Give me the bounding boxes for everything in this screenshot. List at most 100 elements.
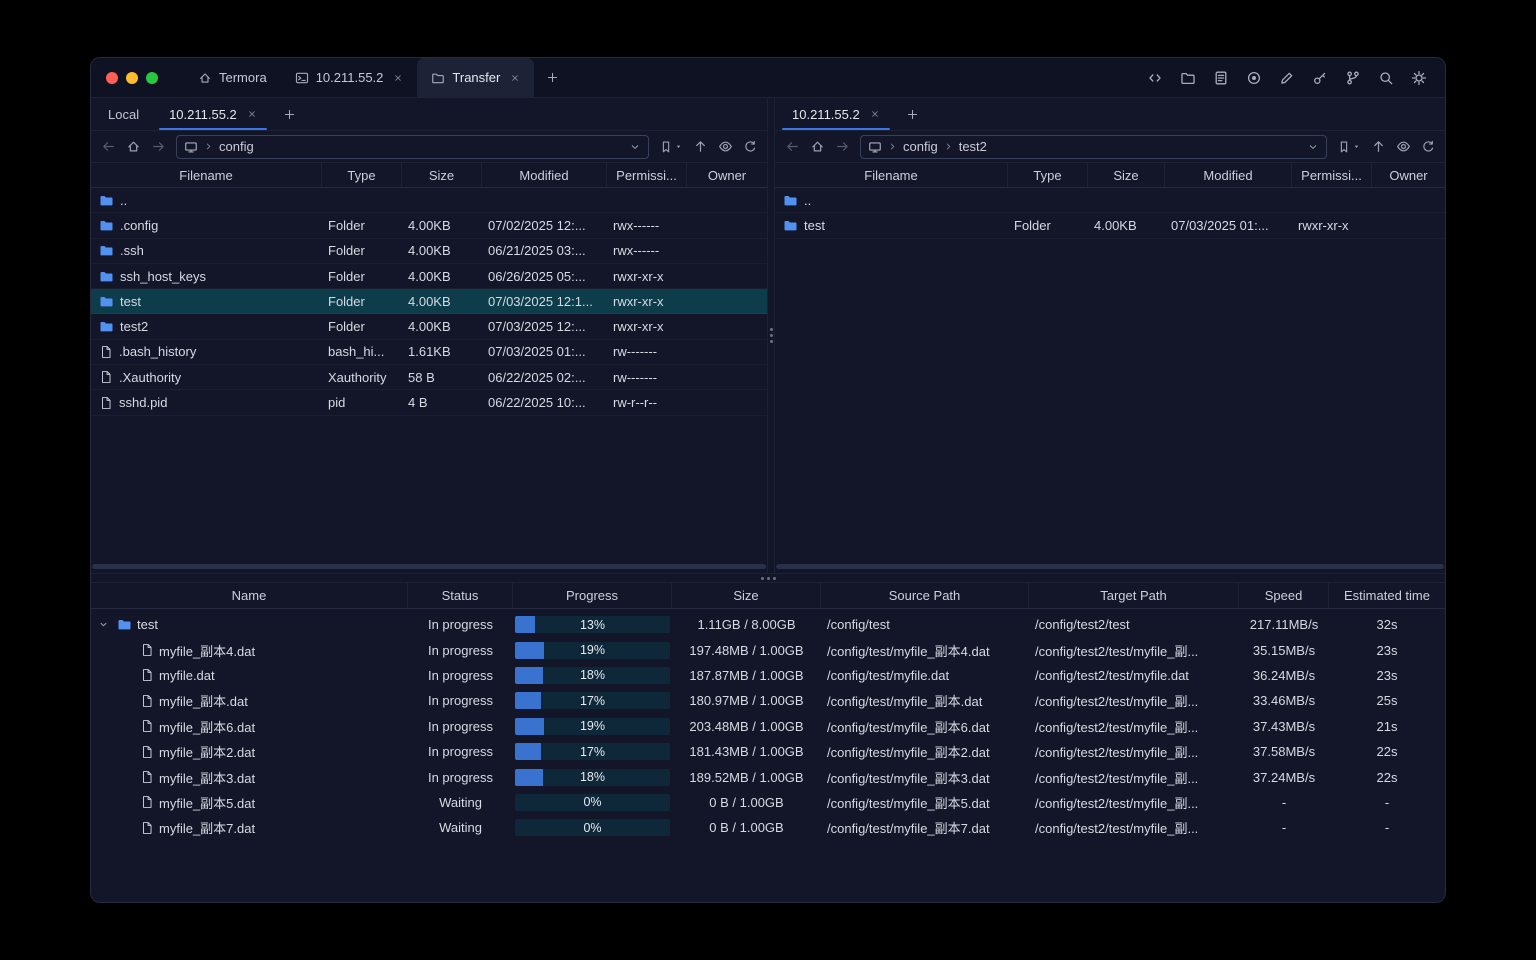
column-header-size[interactable]: Size — [1088, 163, 1165, 187]
column-header-status[interactable]: Status — [408, 583, 513, 608]
column-header-progress[interactable]: Progress — [513, 583, 672, 608]
transfer-row[interactable]: myfile.dat In progress 18% 187.87MB / 1.00G… — [91, 663, 1445, 688]
column-header-name[interactable]: Filename — [91, 163, 322, 187]
edit-icon[interactable] — [1279, 70, 1295, 86]
column-header-name[interactable]: Name — [91, 583, 408, 608]
transfer-row[interactable]: myfile_副本2.dat In progress 17% 181.43MB / 1… — [91, 739, 1445, 764]
close-icon[interactable] — [510, 73, 520, 83]
home-button[interactable] — [810, 139, 825, 154]
window-tab-10-211-55-2[interactable]: 10.211.55.2 — [281, 58, 418, 97]
transfer-row[interactable]: myfile_副本3.dat In progress 18% 189.52MB / 1… — [91, 764, 1445, 789]
settings-icon[interactable] — [1411, 70, 1427, 86]
upload-button[interactable] — [693, 139, 708, 154]
transfer-row[interactable]: myfile_副本7.dat Waiting 0% 0 B / 1.00GB/conf… — [91, 815, 1445, 840]
show-hidden-button[interactable] — [1396, 139, 1411, 154]
log-icon[interactable] — [1213, 70, 1229, 86]
breadcrumb-segment[interactable]: test2 — [959, 139, 987, 154]
column-header-target[interactable]: Target Path — [1029, 583, 1239, 608]
column-header-owner[interactable]: Owner — [687, 163, 767, 187]
transfer-row[interactable]: myfile_副本5.dat Waiting 0% 0 B / 1.00GB/conf… — [91, 790, 1445, 815]
horizontal-splitter[interactable] — [91, 573, 1445, 583]
column-header-speed[interactable]: Speed — [1239, 583, 1329, 608]
type-cell: Folder — [328, 293, 365, 309]
type-cell: Folder — [328, 217, 365, 233]
column-header-modified[interactable]: Modified — [482, 163, 607, 187]
file-icon — [99, 345, 113, 359]
chevron-down-icon[interactable] — [1307, 141, 1319, 153]
window-tab-label: Termora — [219, 70, 267, 85]
column-header-type[interactable]: Type — [1008, 163, 1088, 187]
git-branch-icon[interactable] — [1345, 70, 1361, 86]
column-header-eta[interactable]: Estimated time — [1329, 583, 1445, 608]
horizontal-scrollbar[interactable] — [776, 564, 1444, 569]
column-header-permissions[interactable]: Permissi... — [607, 163, 687, 187]
search-icon[interactable] — [1378, 70, 1394, 86]
file-row[interactable]: .. — [91, 188, 767, 213]
bookmark-button[interactable] — [659, 140, 683, 154]
file-row[interactable]: .. — [775, 188, 1445, 213]
breadcrumb[interactable]: config test2 — [860, 134, 1327, 159]
zoom-window-button[interactable] — [146, 71, 158, 84]
back-button[interactable] — [785, 139, 800, 154]
chevron-down-icon[interactable] — [629, 141, 641, 153]
pane-tab-local[interactable]: Local — [93, 98, 154, 130]
file-icon — [140, 668, 154, 682]
column-header-source[interactable]: Source Path — [821, 583, 1029, 608]
record-icon[interactable] — [1246, 70, 1262, 86]
minimize-window-button[interactable] — [126, 71, 138, 84]
transfer-row[interactable]: myfile_副本6.dat In progress 19% 203.48MB / 1… — [91, 714, 1445, 739]
eta-cell: 22s — [1376, 769, 1398, 785]
add-pane-tab-button[interactable] — [895, 98, 930, 130]
file-row[interactable]: test2 Folder 4.00KB 07/03/2025 12:... rwxr-x… — [91, 314, 767, 339]
key-icon[interactable] — [1312, 70, 1328, 86]
breadcrumb-segment[interactable]: config — [903, 139, 938, 154]
file-row[interactable]: .ssh Folder 4.00KB 06/21/2025 03:... rwx----… — [91, 239, 767, 264]
column-header-type[interactable]: Type — [322, 163, 402, 187]
permissions-cell: rwxr-xr-x — [613, 293, 664, 309]
new-tab-button[interactable] — [534, 58, 571, 97]
file-row[interactable]: .bash_history bash_hi... 1.61KB 07/03/2025 … — [91, 340, 767, 365]
bookmark-button[interactable] — [1337, 140, 1361, 154]
back-button[interactable] — [101, 139, 116, 154]
file-row[interactable]: .config Folder 4.00KB 07/02/2025 12:... rwx-… — [91, 213, 767, 238]
column-header-owner[interactable]: Owner — [1372, 163, 1445, 187]
close-icon[interactable] — [247, 109, 257, 119]
close-icon[interactable] — [393, 73, 403, 83]
add-pane-tab-button[interactable] — [272, 98, 307, 130]
code-icon[interactable] — [1147, 70, 1163, 86]
file-row[interactable]: test Folder 4.00KB 07/03/2025 01:... rwxr-xr… — [775, 213, 1445, 238]
upload-button[interactable] — [1371, 139, 1386, 154]
breadcrumb-segment[interactable]: config — [219, 139, 254, 154]
transfer-row[interactable]: test In progress 13% 1.11GB / 8.00GB/config… — [91, 612, 1445, 637]
column-header-size[interactable]: Size — [402, 163, 482, 187]
vertical-splitter[interactable] — [767, 98, 775, 573]
refresh-button[interactable] — [743, 140, 757, 154]
type-cell: Xauthority — [328, 369, 387, 385]
home-button[interactable] — [126, 139, 141, 154]
pane-tab-10-211-55-2[interactable]: 10.211.55.2 — [777, 98, 895, 130]
column-header-size[interactable]: Size — [672, 583, 821, 608]
file-row[interactable]: test Folder 4.00KB 07/03/2025 12:1... rwxr-x… — [91, 289, 767, 315]
transfer-row[interactable]: myfile_副本4.dat In progress 19% 197.48MB / 1… — [91, 637, 1445, 662]
file-row[interactable]: ssh_host_keys Folder 4.00KB 06/26/2025 05:.… — [91, 264, 767, 289]
expand-toggle-icon[interactable] — [97, 618, 112, 631]
horizontal-scrollbar[interactable] — [92, 564, 766, 569]
size-cell: 4.00KB — [408, 293, 451, 309]
column-header-modified[interactable]: Modified — [1165, 163, 1292, 187]
column-header-permissions[interactable]: Permissi... — [1292, 163, 1372, 187]
forward-button[interactable] — [151, 139, 166, 154]
window-tab-termora[interactable]: Termora — [184, 58, 281, 97]
file-row[interactable]: .Xauthority Xauthority 58 B 06/22/2025 02:.… — [91, 365, 767, 390]
refresh-button[interactable] — [1421, 140, 1435, 154]
close-window-button[interactable] — [106, 71, 118, 84]
folder-icon[interactable] — [1180, 70, 1196, 86]
forward-button[interactable] — [835, 139, 850, 154]
file-row[interactable]: sshd.pid pid 4 B 06/22/2025 10:... rw-r--r-- — [91, 390, 767, 415]
window-tab-transfer[interactable]: Transfer — [417, 58, 535, 97]
show-hidden-button[interactable] — [718, 139, 733, 154]
transfer-row[interactable]: myfile_副本.dat In progress 17% 180.97MB / 1.… — [91, 688, 1445, 713]
breadcrumb[interactable]: config — [176, 134, 649, 159]
pane-tab-10-211-55-2[interactable]: 10.211.55.2 — [154, 98, 272, 130]
column-header-name[interactable]: Filename — [775, 163, 1008, 187]
close-icon[interactable] — [870, 109, 880, 119]
